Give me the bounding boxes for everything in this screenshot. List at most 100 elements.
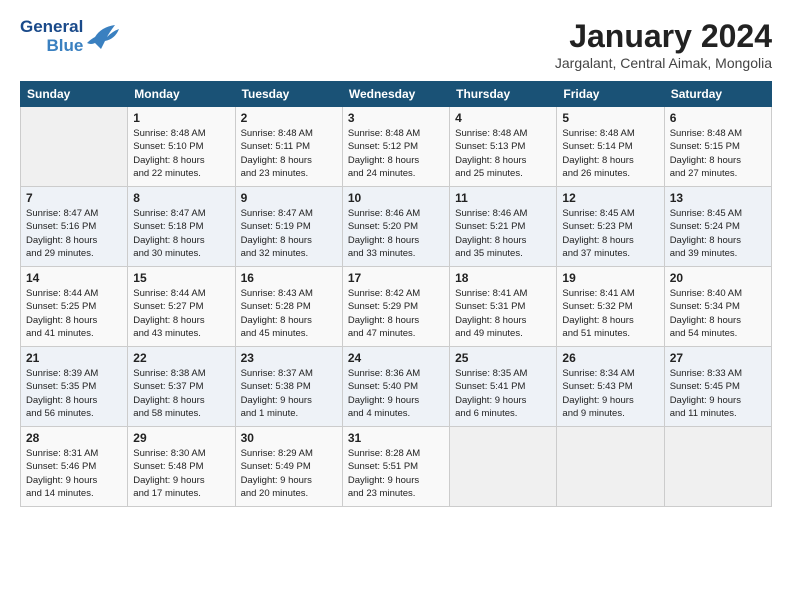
day-number: 19: [562, 271, 658, 285]
weekday-header-monday: Monday: [128, 82, 235, 107]
day-info: Sunrise: 8:48 AMSunset: 5:14 PMDaylight:…: [562, 127, 658, 180]
calendar-cell: 31 Sunrise: 8:28 AMSunset: 5:51 PMDayligh…: [342, 427, 449, 507]
day-number: 23: [241, 351, 337, 365]
calendar-cell: [450, 427, 557, 507]
day-info: Sunrise: 8:48 AMSunset: 5:12 PMDaylight:…: [348, 127, 444, 180]
day-info: Sunrise: 8:48 AMSunset: 5:13 PMDaylight:…: [455, 127, 551, 180]
day-number: 12: [562, 191, 658, 205]
day-number: 27: [670, 351, 766, 365]
day-info: Sunrise: 8:31 AMSunset: 5:46 PMDaylight:…: [26, 447, 122, 500]
calendar-cell: 12 Sunrise: 8:45 AMSunset: 5:23 PMDayligh…: [557, 187, 664, 267]
calendar-cell: 11Sunrise: 8:46 AMSunset: 5:21 PMDayligh…: [450, 187, 557, 267]
calendar-cell: 1 Sunrise: 8:48 AMSunset: 5:10 PMDaylight…: [128, 107, 235, 187]
day-info: Sunrise: 8:28 AMSunset: 5:51 PMDaylight:…: [348, 447, 444, 500]
month-title: January 2024: [555, 18, 772, 55]
day-number: 5: [562, 111, 658, 125]
day-number: 10: [348, 191, 444, 205]
day-info: Sunrise: 8:40 AMSunset: 5:34 PMDaylight:…: [670, 287, 766, 340]
weekday-header-sunday: Sunday: [21, 82, 128, 107]
day-number: 4: [455, 111, 551, 125]
calendar-cell: 26 Sunrise: 8:34 AMSunset: 5:43 PMDayligh…: [557, 347, 664, 427]
calendar-cell: 15 Sunrise: 8:44 AMSunset: 5:27 PMDayligh…: [128, 267, 235, 347]
weekday-header-friday: Friday: [557, 82, 664, 107]
week-row-2: 7Sunrise: 8:47 AMSunset: 5:16 PMDaylight…: [21, 187, 772, 267]
day-info: Sunrise: 8:45 AMSunset: 5:23 PMDaylight:…: [562, 207, 658, 260]
day-number: 29: [133, 431, 229, 445]
calendar-cell: 18 Sunrise: 8:41 AMSunset: 5:31 PMDayligh…: [450, 267, 557, 347]
calendar-cell: [21, 107, 128, 187]
day-number: 22: [133, 351, 229, 365]
day-info: Sunrise: 8:38 AMSunset: 5:37 PMDaylight:…: [133, 367, 229, 420]
logo: General Blue: [20, 18, 119, 55]
calendar-cell: 21Sunrise: 8:39 AMSunset: 5:35 PMDayligh…: [21, 347, 128, 427]
calendar-cell: 2Sunrise: 8:48 AMSunset: 5:11 PMDaylight…: [235, 107, 342, 187]
calendar-cell: 9 Sunrise: 8:47 AMSunset: 5:19 PMDaylight…: [235, 187, 342, 267]
calendar-table: SundayMondayTuesdayWednesdayThursdayFrid…: [20, 81, 772, 507]
day-info: Sunrise: 8:44 AMSunset: 5:25 PMDaylight:…: [26, 287, 122, 340]
calendar-cell: 19 Sunrise: 8:41 AMSunset: 5:32 PMDayligh…: [557, 267, 664, 347]
day-number: 30: [241, 431, 337, 445]
calendar-cell: 17Sunrise: 8:42 AMSunset: 5:29 PMDayligh…: [342, 267, 449, 347]
subtitle: Jargalant, Central Aimak, Mongolia: [555, 55, 772, 71]
logo-bird-icon: [87, 23, 119, 51]
calendar-cell: 16Sunrise: 8:43 AMSunset: 5:28 PMDayligh…: [235, 267, 342, 347]
logo-blue: Blue: [46, 37, 83, 56]
day-info: Sunrise: 8:34 AMSunset: 5:43 PMDaylight:…: [562, 367, 658, 420]
day-info: Sunrise: 8:41 AMSunset: 5:32 PMDaylight:…: [562, 287, 658, 340]
calendar-cell: 28 Sunrise: 8:31 AMSunset: 5:46 PMDayligh…: [21, 427, 128, 507]
calendar-cell: 5 Sunrise: 8:48 AMSunset: 5:14 PMDaylight…: [557, 107, 664, 187]
calendar-cell: 4 Sunrise: 8:48 AMSunset: 5:13 PMDaylight…: [450, 107, 557, 187]
calendar-cell: 30 Sunrise: 8:29 AMSunset: 5:49 PMDayligh…: [235, 427, 342, 507]
day-number: 25: [455, 351, 551, 365]
day-number: 15: [133, 271, 229, 285]
day-info: Sunrise: 8:48 AMSunset: 5:11 PMDaylight:…: [241, 127, 337, 180]
calendar-cell: [664, 427, 771, 507]
day-info: Sunrise: 8:35 AMSunset: 5:41 PMDaylight:…: [455, 367, 551, 420]
day-number: 6: [670, 111, 766, 125]
header: General Blue January 2024 Jargalant, Cen…: [20, 18, 772, 71]
day-number: 13: [670, 191, 766, 205]
week-row-1: 1 Sunrise: 8:48 AMSunset: 5:10 PMDaylight…: [21, 107, 772, 187]
day-info: Sunrise: 8:47 AMSunset: 5:18 PMDaylight:…: [133, 207, 229, 260]
day-info: Sunrise: 8:36 AMSunset: 5:40 PMDaylight:…: [348, 367, 444, 420]
weekday-header-thursday: Thursday: [450, 82, 557, 107]
day-info: Sunrise: 8:48 AMSunset: 5:10 PMDaylight:…: [133, 127, 229, 180]
weekday-header-wednesday: Wednesday: [342, 82, 449, 107]
day-info: Sunrise: 8:29 AMSunset: 5:49 PMDaylight:…: [241, 447, 337, 500]
calendar-cell: 3 Sunrise: 8:48 AMSunset: 5:12 PMDaylight…: [342, 107, 449, 187]
calendar-cell: 7Sunrise: 8:47 AMSunset: 5:16 PMDaylight…: [21, 187, 128, 267]
day-number: 28: [26, 431, 122, 445]
calendar-cell: 29 Sunrise: 8:30 AMSunset: 5:48 PMDayligh…: [128, 427, 235, 507]
calendar-cell: 23Sunrise: 8:37 AMSunset: 5:38 PMDayligh…: [235, 347, 342, 427]
day-info: Sunrise: 8:33 AMSunset: 5:45 PMDaylight:…: [670, 367, 766, 420]
day-number: 9: [241, 191, 337, 205]
week-row-4: 21Sunrise: 8:39 AMSunset: 5:35 PMDayligh…: [21, 347, 772, 427]
calendar-cell: 20Sunrise: 8:40 AMSunset: 5:34 PMDayligh…: [664, 267, 771, 347]
day-info: Sunrise: 8:47 AMSunset: 5:16 PMDaylight:…: [26, 207, 122, 260]
day-info: Sunrise: 8:41 AMSunset: 5:31 PMDaylight:…: [455, 287, 551, 340]
week-row-5: 28 Sunrise: 8:31 AMSunset: 5:46 PMDayligh…: [21, 427, 772, 507]
day-number: 24: [348, 351, 444, 365]
calendar-cell: 6 Sunrise: 8:48 AMSunset: 5:15 PMDaylight…: [664, 107, 771, 187]
day-info: Sunrise: 8:42 AMSunset: 5:29 PMDaylight:…: [348, 287, 444, 340]
weekday-header-row: SundayMondayTuesdayWednesdayThursdayFrid…: [21, 82, 772, 107]
day-number: 1: [133, 111, 229, 125]
day-info: Sunrise: 8:46 AMSunset: 5:20 PMDaylight:…: [348, 207, 444, 260]
day-info: Sunrise: 8:30 AMSunset: 5:48 PMDaylight:…: [133, 447, 229, 500]
day-number: 14: [26, 271, 122, 285]
title-block: January 2024 Jargalant, Central Aimak, M…: [555, 18, 772, 71]
day-info: Sunrise: 8:44 AMSunset: 5:27 PMDaylight:…: [133, 287, 229, 340]
day-number: 3: [348, 111, 444, 125]
day-number: 8: [133, 191, 229, 205]
day-info: Sunrise: 8:48 AMSunset: 5:15 PMDaylight:…: [670, 127, 766, 180]
day-info: Sunrise: 8:45 AMSunset: 5:24 PMDaylight:…: [670, 207, 766, 260]
day-number: 26: [562, 351, 658, 365]
calendar-cell: 22 Sunrise: 8:38 AMSunset: 5:37 PMDayligh…: [128, 347, 235, 427]
logo-general: General: [20, 18, 83, 37]
day-info: Sunrise: 8:47 AMSunset: 5:19 PMDaylight:…: [241, 207, 337, 260]
calendar-cell: 13 Sunrise: 8:45 AMSunset: 5:24 PMDayligh…: [664, 187, 771, 267]
day-number: 18: [455, 271, 551, 285]
calendar-page: General Blue January 2024 Jargalant, Cen…: [0, 0, 792, 612]
day-number: 31: [348, 431, 444, 445]
weekday-header-saturday: Saturday: [664, 82, 771, 107]
